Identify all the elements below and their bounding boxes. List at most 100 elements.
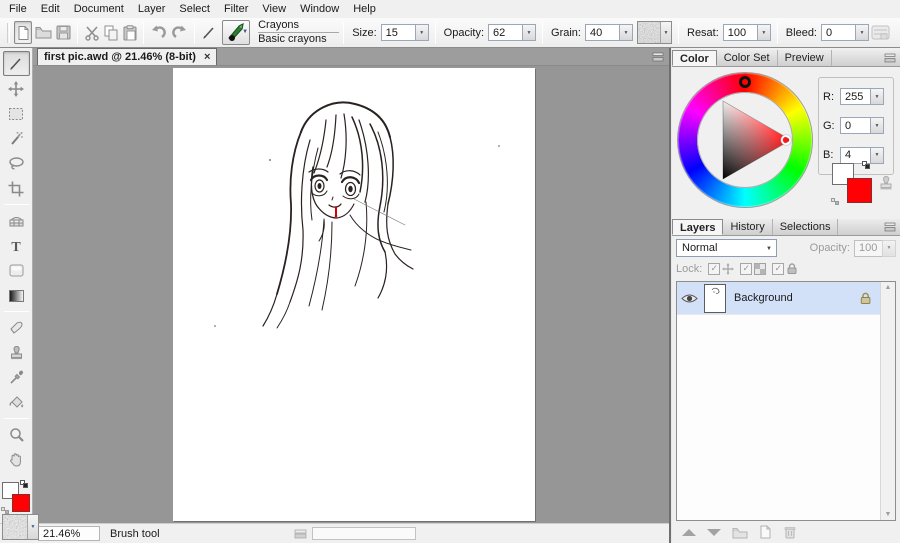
- tab-color-set[interactable]: Color Set: [717, 50, 778, 66]
- foreground-color-swatch[interactable]: [847, 178, 872, 203]
- layer-thumbnail[interactable]: [704, 283, 726, 313]
- tab-color[interactable]: Color: [672, 50, 717, 66]
- panel-color-swatches[interactable]: [831, 161, 872, 205]
- menu-window[interactable]: Window: [293, 2, 346, 16]
- bleed-dropdown-button[interactable]: [855, 24, 869, 41]
- pattern-tool[interactable]: [3, 208, 30, 233]
- open-button[interactable]: [34, 21, 53, 44]
- new-document-button[interactable]: [14, 21, 33, 44]
- default-colors-icon[interactable]: [862, 161, 870, 169]
- grain-texture-button[interactable]: [637, 21, 672, 44]
- document-tab[interactable]: first pic.awd @ 21.46% (8-bit) ×: [37, 48, 218, 65]
- tab-history[interactable]: History: [723, 219, 773, 235]
- r-input[interactable]: 255: [840, 88, 870, 106]
- layers-panel-menu-icon[interactable]: [884, 222, 896, 232]
- magic-wand-tool[interactable]: [3, 126, 30, 151]
- hand-tool[interactable]: [3, 447, 30, 472]
- eyedropper-tool[interactable]: [3, 365, 30, 390]
- move-layer-up-button[interactable]: [682, 528, 696, 536]
- tab-layers[interactable]: Layers: [672, 219, 724, 235]
- menu-view[interactable]: View: [255, 2, 293, 16]
- color-wheel[interactable]: [678, 73, 812, 207]
- lock-position-checkbox[interactable]: [708, 262, 721, 275]
- resat-dropdown-button[interactable]: [756, 24, 771, 41]
- save-button[interactable]: [55, 21, 72, 44]
- move-layer-down-button[interactable]: [707, 528, 721, 536]
- clone-stamp-tool[interactable]: [3, 340, 30, 365]
- tab-preview[interactable]: Preview: [778, 50, 832, 66]
- new-group-button[interactable]: [732, 526, 748, 539]
- color-panel-menu-icon[interactable]: [884, 53, 896, 63]
- lasso-tool[interactable]: [3, 151, 30, 176]
- g-input[interactable]: 0: [840, 117, 870, 135]
- layer-list-scrollbar[interactable]: ▲ ▼: [880, 282, 895, 520]
- r-dropdown-button[interactable]: [870, 88, 884, 106]
- document-page[interactable]: [173, 68, 535, 521]
- cut-button[interactable]: [83, 21, 101, 44]
- new-layer-button[interactable]: [759, 525, 772, 539]
- scroll-up-icon[interactable]: ▲: [885, 284, 892, 291]
- bleed-input[interactable]: 0: [821, 24, 855, 41]
- lock-transparency-checkbox[interactable]: [740, 262, 753, 275]
- g-dropdown-button[interactable]: [870, 117, 884, 135]
- size-input[interactable]: 15: [380, 24, 415, 41]
- brush-tool[interactable]: [2, 51, 30, 76]
- reset-colors-icon[interactable]: [831, 198, 839, 205]
- scroll-down-icon[interactable]: ▼: [885, 511, 892, 518]
- grain-input[interactable]: 40: [585, 24, 619, 41]
- status-panel-icon[interactable]: [294, 529, 307, 539]
- move-tool[interactable]: [3, 76, 30, 101]
- zoom-level-field[interactable]: 21.46%: [38, 526, 100, 541]
- undo-button[interactable]: [149, 21, 168, 44]
- close-tab-icon[interactable]: ×: [204, 52, 210, 63]
- paste-button[interactable]: [122, 21, 138, 44]
- layer-row-background[interactable]: Background: [677, 282, 880, 315]
- crop-tool[interactable]: [3, 176, 30, 201]
- shape-tool[interactable]: [3, 258, 30, 283]
- gradient-tool[interactable]: [3, 283, 30, 308]
- paper-texture-selector[interactable]: [2, 514, 39, 540]
- stamp-icon[interactable]: [878, 175, 894, 191]
- lock-all-group[interactable]: [772, 262, 798, 275]
- rect-select-tool[interactable]: [3, 101, 30, 126]
- menu-filter[interactable]: Filter: [217, 2, 255, 16]
- blend-mode-select[interactable]: Normal: [676, 239, 777, 257]
- menu-document[interactable]: Document: [67, 2, 131, 16]
- menu-select[interactable]: Select: [172, 2, 217, 16]
- saturation-triangle[interactable]: [678, 73, 812, 207]
- reset-colors-icon[interactable]: [1, 507, 9, 514]
- visibility-eye-icon[interactable]: [681, 293, 698, 304]
- tabstrip-menu-icon[interactable]: [652, 52, 664, 62]
- hue-marker[interactable]: [739, 76, 751, 88]
- grain-dropdown-button[interactable]: [619, 24, 633, 41]
- delete-layer-button[interactable]: [783, 525, 797, 539]
- lock-transparency-group[interactable]: [740, 262, 767, 275]
- text-tool[interactable]: T: [3, 233, 30, 258]
- tool-color-swatches[interactable]: [1, 480, 30, 514]
- menu-edit[interactable]: Edit: [34, 2, 67, 16]
- brush-tool-button[interactable]: [200, 21, 218, 44]
- b-dropdown-button[interactable]: [870, 146, 884, 164]
- layer-opacity-dropdown-button[interactable]: [882, 239, 896, 257]
- lock-position-group[interactable]: [708, 262, 735, 275]
- resat-input[interactable]: 100: [722, 24, 757, 41]
- menu-file[interactable]: File: [2, 2, 34, 16]
- size-dropdown-button[interactable]: [414, 24, 429, 41]
- opacity-dropdown-button[interactable]: [522, 24, 537, 41]
- paint-bucket-tool[interactable]: [3, 390, 30, 415]
- brush-preset-button[interactable]: ▼: [222, 20, 251, 45]
- opacity-input[interactable]: 62: [488, 24, 523, 41]
- layer-opacity-input[interactable]: 100: [854, 239, 882, 257]
- menu-layer[interactable]: Layer: [131, 2, 173, 16]
- copy-button[interactable]: [103, 21, 120, 44]
- eraser-tool[interactable]: [3, 315, 30, 340]
- lock-all-checkbox[interactable]: [772, 262, 785, 275]
- palette-panel-button[interactable]: [871, 25, 890, 40]
- tab-selections[interactable]: Selections: [773, 219, 839, 235]
- zoom-tool[interactable]: [3, 422, 30, 447]
- canvas-area[interactable]: [33, 66, 669, 523]
- menu-help[interactable]: Help: [346, 2, 383, 16]
- redo-button[interactable]: [170, 21, 189, 44]
- foreground-color-swatch[interactable]: [12, 494, 30, 512]
- default-colors-icon[interactable]: [20, 480, 28, 488]
